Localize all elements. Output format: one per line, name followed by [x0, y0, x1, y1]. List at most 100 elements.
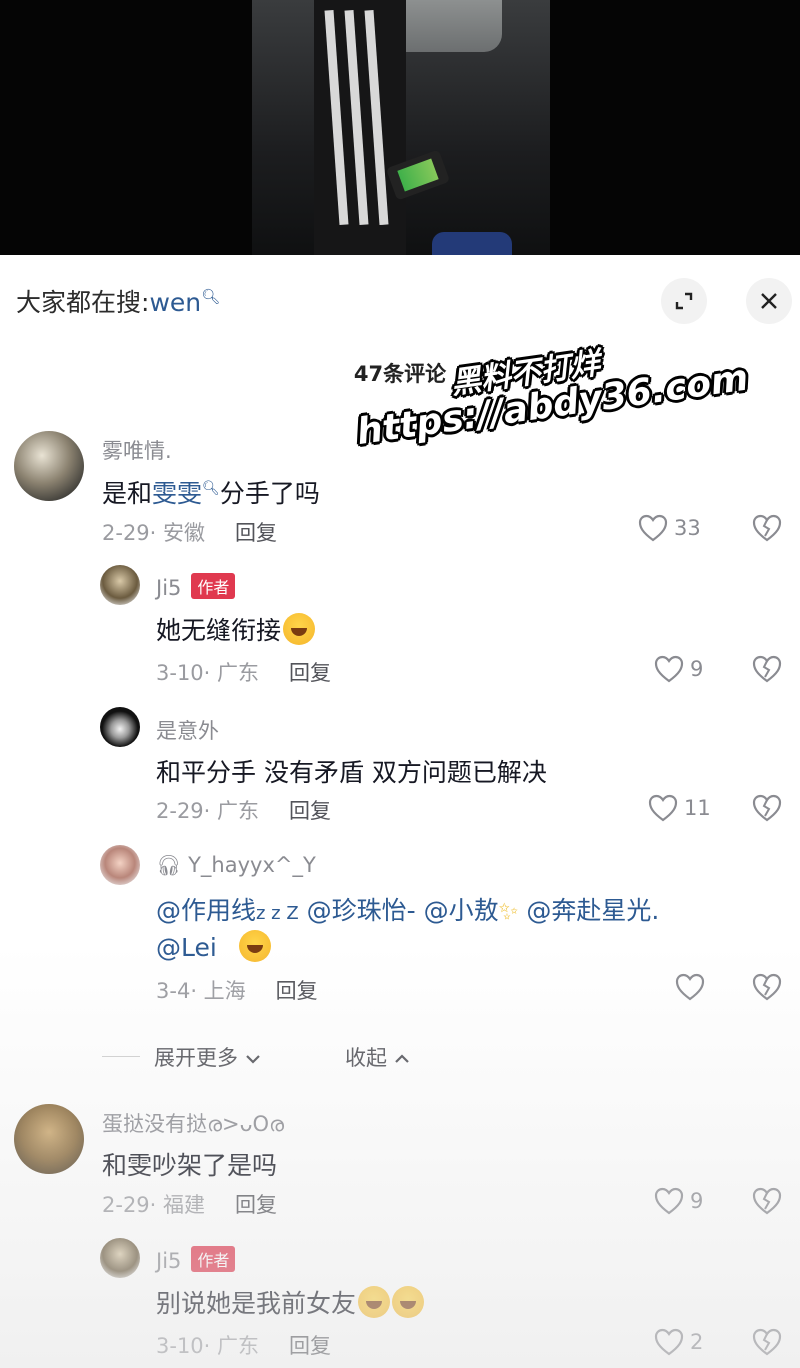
- comment-date: 2-29: [156, 799, 204, 823]
- comment-date: 3-4: [156, 979, 191, 1003]
- author-badge: 作者: [191, 573, 236, 599]
- dislike-button[interactable]: [752, 1187, 782, 1219]
- expand-icon: [675, 292, 693, 310]
- search-suggestion-prefix: 大家都在搜:: [16, 288, 150, 317]
- expand-more-button[interactable]: 展开更多: [154, 1042, 261, 1072]
- replies-toggle-row: 展开更多 收起: [0, 1042, 800, 1072]
- comment-text: 是和雯雯🔍︎分手了吗: [102, 479, 320, 508]
- like-button[interactable]: 9: [654, 655, 703, 683]
- like-button[interactable]: 33: [638, 514, 701, 542]
- zzz-emoji: z z Z: [256, 903, 299, 924]
- search-icon: 🔍︎: [202, 480, 220, 497]
- comment-meta: 3-10· 广东 回复: [156, 1334, 332, 1358]
- avatar[interactable]: [14, 1104, 84, 1174]
- grinning-sweat-emoji: [358, 1286, 391, 1318]
- comment-meta: 2-29· 广东 回复: [156, 799, 332, 823]
- comment-search-link[interactable]: 雯雯: [152, 479, 202, 508]
- like-count: 2: [690, 1330, 704, 1354]
- grinning-sweat-emoji: [283, 613, 316, 645]
- like-button[interactable]: [675, 973, 711, 1001]
- broken-heart-icon: [752, 1328, 782, 1356]
- close-icon: [761, 293, 777, 309]
- reply-button[interactable]: 回复: [289, 1334, 331, 1358]
- comment-location: 福建: [163, 1193, 206, 1217]
- dislike-button[interactable]: [752, 794, 782, 826]
- comment-location: 广东: [217, 799, 260, 823]
- comment-location: 安徽: [163, 521, 206, 545]
- expand-sheet-button[interactable]: [661, 278, 707, 324]
- mention-link[interactable]: @小敖: [424, 896, 499, 925]
- avatar[interactable]: [100, 565, 140, 605]
- mention-link[interactable]: @珍珠怡-: [307, 896, 416, 925]
- comment-username[interactable]: Ji5 作者: [156, 1246, 236, 1273]
- avatar[interactable]: [14, 431, 84, 501]
- astonished-emoji: [238, 930, 271, 962]
- comment-location: 广东: [217, 661, 260, 685]
- reply-button[interactable]: 回复: [235, 1193, 277, 1217]
- like-count: 9: [690, 657, 704, 681]
- reply-button[interactable]: 回复: [235, 521, 277, 545]
- reply-button[interactable]: 回复: [276, 979, 318, 1003]
- comment-text-line2: @Lei: [156, 930, 271, 962]
- reply-button[interactable]: 回复: [289, 661, 331, 685]
- avatar[interactable]: [100, 1238, 140, 1278]
- comment-date: 2-29: [102, 521, 150, 545]
- like-count: 11: [684, 796, 711, 820]
- comment-sheet: 大家都在搜:wen🔍︎ 47条评论 雾唯情. 是和雯雯🔍︎分手了吗 2-29· …: [0, 255, 800, 1368]
- comment-date: 2-29: [102, 1193, 150, 1217]
- comment-text: 和平分手 没有矛盾 双方问题已解决: [156, 758, 547, 787]
- heart-icon: [638, 514, 668, 542]
- dizzy-emoji: ✨︎: [498, 897, 519, 925]
- broken-heart-icon: [752, 514, 782, 542]
- comment-date: 3-10: [156, 661, 204, 685]
- broken-heart-icon: [752, 973, 782, 1001]
- headphones-icon: 🎧︎: [156, 853, 182, 877]
- like-button[interactable]: 2: [654, 1328, 703, 1356]
- comment-username[interactable]: Ji5 作者: [156, 573, 236, 600]
- comment-text: 她无缝衔接: [156, 611, 316, 647]
- comment-count: 47条评论: [353, 362, 447, 386]
- comment-meta: 3-4· 上海 回复: [156, 979, 318, 1003]
- comment-username[interactable]: 雾唯情.: [102, 435, 172, 465]
- dislike-button[interactable]: [752, 514, 782, 546]
- comment-username[interactable]: 蛋挞没有挞ര>ᴗOര: [102, 1108, 284, 1138]
- heart-icon: [654, 655, 684, 683]
- comment-meta: 3-10· 广东 回复: [156, 661, 332, 685]
- dislike-button[interactable]: [752, 1328, 782, 1360]
- dislike-button[interactable]: [752, 655, 782, 687]
- avatar[interactable]: [100, 845, 140, 885]
- video-person: [314, 0, 406, 255]
- close-button[interactable]: [746, 278, 792, 324]
- comment-location: 上海: [203, 979, 246, 1003]
- comment-location: 广东: [217, 1334, 260, 1358]
- chevron-up-icon: [394, 1054, 409, 1063]
- comment-text: 别说她是我前女友: [156, 1284, 425, 1320]
- reply-button[interactable]: 回复: [289, 799, 331, 823]
- comment-username[interactable]: 🎧︎ Y_hayyx^_Y: [156, 853, 316, 877]
- video-frame: [252, 0, 550, 255]
- collapse-button[interactable]: 收起: [345, 1042, 410, 1072]
- comment-username[interactable]: 是意外: [156, 715, 219, 745]
- mention-link[interactable]: @作用线: [156, 896, 256, 925]
- broken-heart-icon: [752, 1187, 782, 1215]
- like-count: 33: [674, 516, 701, 540]
- comment-date: 3-10: [156, 1334, 204, 1358]
- jacket-stripe: [324, 9, 349, 226]
- video-player[interactable]: [0, 0, 800, 255]
- comment-text: @作用线z z Z @珍珠怡- @小敖✨︎ @奔赴星光.: [156, 891, 659, 927]
- watermark: 黑料不打烊 https://abdy36.com: [349, 314, 782, 491]
- divider: [102, 1056, 140, 1057]
- heart-icon: [675, 973, 705, 1001]
- search-suggestion-keyword[interactable]: wen: [149, 288, 201, 317]
- chevron-down-icon: [245, 1055, 260, 1064]
- author-badge: 作者: [191, 1246, 236, 1272]
- mention-link[interactable]: @奔赴星光.: [526, 896, 659, 925]
- mention-link[interactable]: @Lei: [156, 933, 217, 962]
- dislike-button[interactable]: [752, 973, 782, 1005]
- search-icon: 🔍︎: [201, 287, 221, 306]
- like-button[interactable]: 9: [654, 1187, 703, 1215]
- like-button[interactable]: 11: [648, 794, 711, 822]
- search-suggestion[interactable]: 大家都在搜:wen🔍︎: [16, 283, 220, 319]
- avatar[interactable]: [100, 707, 140, 747]
- comment-meta: 2-29· 福建 回复: [102, 1193, 278, 1217]
